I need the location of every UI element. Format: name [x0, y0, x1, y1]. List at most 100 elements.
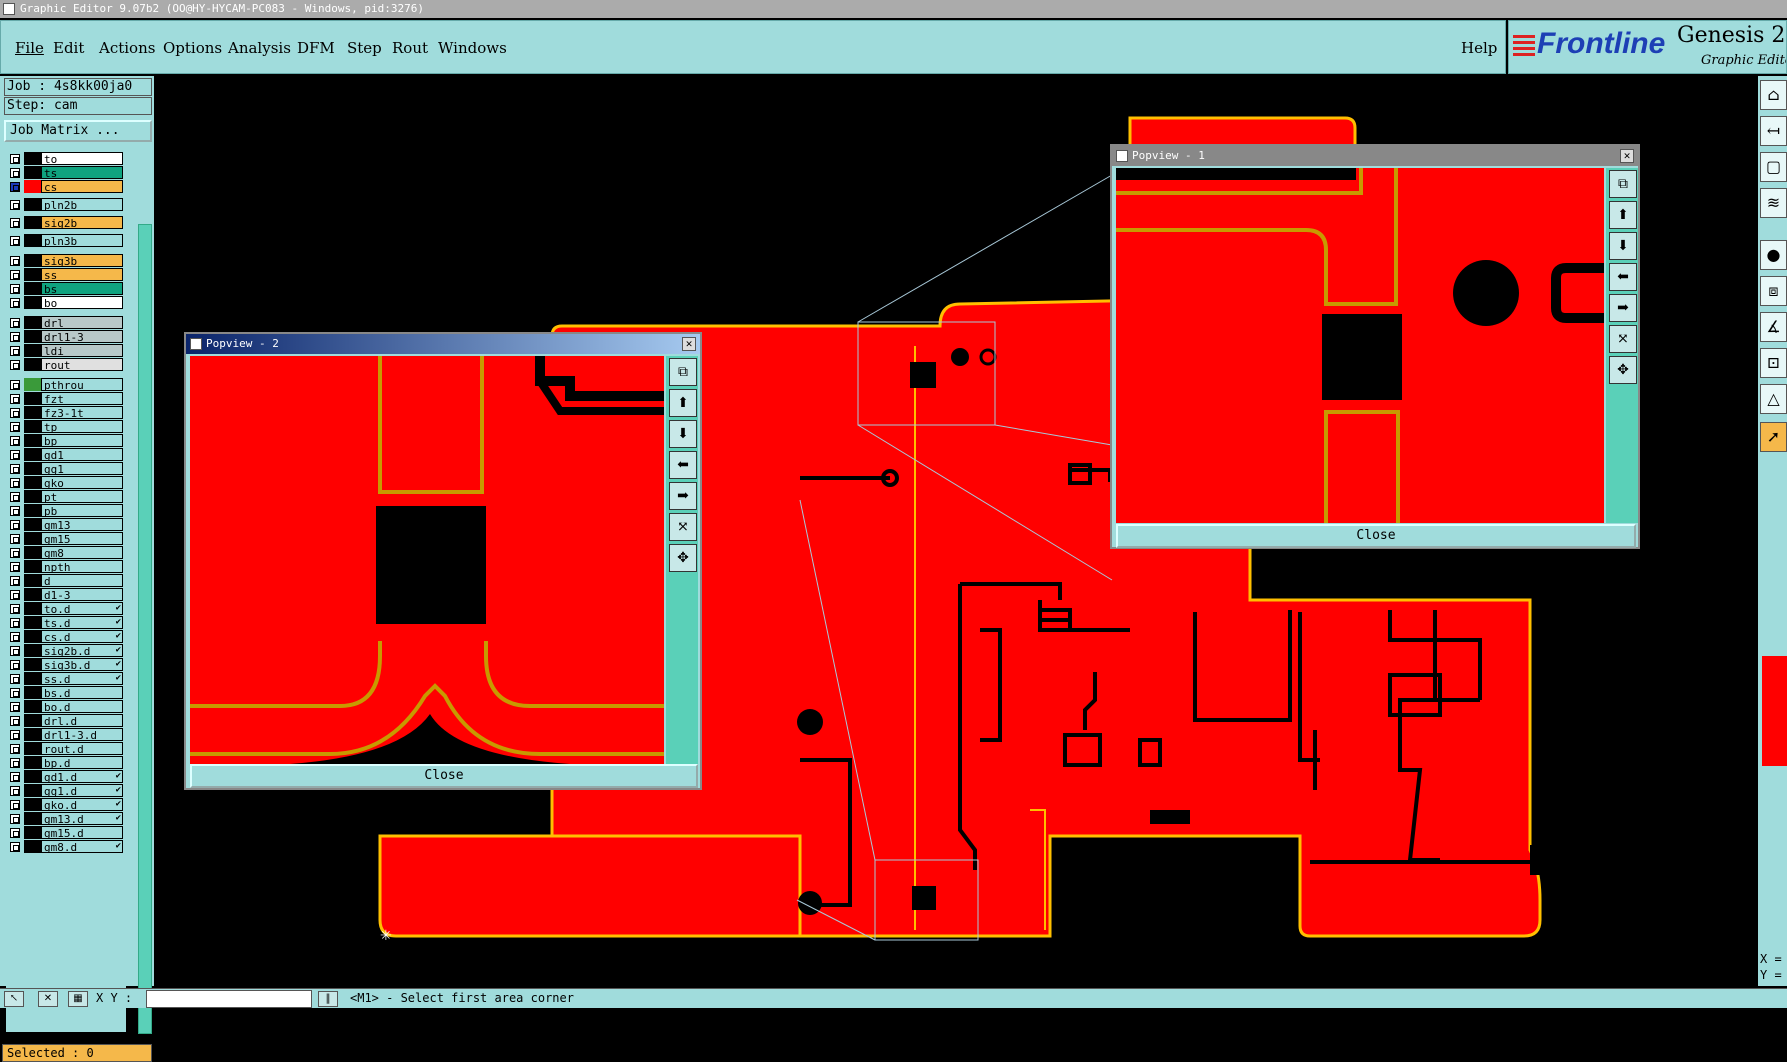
layer-name[interactable]: drl	[41, 316, 123, 329]
layer-row[interactable]: d	[6, 574, 126, 588]
layer-checkbox[interactable]	[10, 298, 20, 308]
layer-row[interactable]: cs	[6, 180, 126, 194]
layer-name[interactable]: gm15.d	[41, 826, 123, 839]
layer-row[interactable]: cs.d ✔	[6, 630, 126, 644]
layer-row[interactable]: gko	[6, 476, 126, 490]
layer-checkbox[interactable]	[10, 800, 20, 810]
layer-name[interactable]: pln2b	[41, 198, 123, 211]
layer-row[interactable]: bs	[6, 282, 126, 296]
layer-checkbox[interactable]	[10, 408, 20, 418]
layer-checkbox[interactable]	[10, 218, 20, 228]
pan-up-icon[interactable]: ⬆	[1609, 201, 1637, 229]
layer-checkbox[interactable]	[10, 842, 20, 852]
layer-name[interactable]: ss	[41, 268, 123, 281]
popview-2-view[interactable]	[190, 356, 664, 764]
menu-dfm[interactable]: DFM	[297, 39, 335, 57]
snap-icon[interactable]: ⊡	[1760, 348, 1787, 378]
layer-name[interactable]: fz3-1t	[41, 406, 123, 419]
layer-name[interactable]: ldi	[41, 344, 123, 357]
ruler-icon[interactable]: △	[1760, 384, 1787, 414]
layer-checkbox[interactable]	[10, 422, 20, 432]
menu-actions[interactable]: Actions	[99, 39, 155, 57]
layer-name[interactable]: pthrou	[41, 378, 123, 391]
layer-row[interactable]: gg1.d ✔	[6, 784, 126, 798]
pad-icon[interactable]: ●	[1760, 240, 1787, 270]
layer-checkbox[interactable]	[10, 506, 20, 516]
layer-name[interactable]: bp.d	[41, 756, 123, 769]
layer-row[interactable]: d1-3	[6, 588, 126, 602]
layer-checkbox[interactable]	[10, 688, 20, 698]
layer-row[interactable]: rout.d	[6, 742, 126, 756]
layer-checkbox[interactable]	[10, 660, 20, 670]
layer-name[interactable]: gm13	[41, 518, 123, 531]
layer-checkbox[interactable]	[10, 492, 20, 502]
layer-name[interactable]: drl1-3.d	[41, 728, 123, 741]
layer-row[interactable]: gd1	[6, 448, 126, 462]
layer-row[interactable]: sig2b.d ✔	[6, 644, 126, 658]
layer-row[interactable]: sig3b.d ✔	[6, 658, 126, 672]
popview-1-titlebar[interactable]: Popview - 1 ✕	[1112, 146, 1638, 166]
layer-row[interactable]: ts	[6, 166, 126, 180]
layer-checkbox[interactable]	[10, 534, 20, 544]
menu-options[interactable]: Options	[163, 39, 222, 57]
layer-checkbox[interactable]	[10, 200, 20, 210]
layer-row[interactable]: to	[6, 152, 126, 166]
layer-name[interactable]: gd1	[41, 448, 123, 461]
grid-icon[interactable]: ▦	[68, 991, 88, 1007]
layer-name[interactable]: gm8.d	[41, 840, 123, 853]
popview-1-close-button[interactable]: Close	[1116, 524, 1636, 548]
layer-row[interactable]: pb	[6, 504, 126, 518]
layer-name[interactable]: gm15	[41, 532, 123, 545]
layer-row[interactable]: pln2b	[6, 198, 126, 212]
close-icon[interactable]: ✕	[682, 337, 696, 351]
layer-name[interactable]: fzt	[41, 392, 123, 405]
measure-icon[interactable]: ≋	[1760, 188, 1787, 218]
layer-checkbox[interactable]	[10, 562, 20, 572]
zoom-fit-icon[interactable]: ⧉	[669, 358, 697, 386]
layer-checkbox[interactable]	[10, 674, 20, 684]
pause-icon[interactable]: ‖	[318, 991, 338, 1007]
layer-checkbox[interactable]	[10, 702, 20, 712]
layer-checkbox[interactable]	[10, 758, 20, 768]
layer-name[interactable]: ts.d	[41, 616, 123, 629]
layer-row[interactable]: bo	[6, 296, 126, 310]
pan-right-icon[interactable]: ➡	[1609, 294, 1637, 322]
layer-name[interactable]: to.d	[41, 602, 123, 615]
layer-row[interactable]: sig3b	[6, 254, 126, 268]
menu-help[interactable]: Help	[1461, 39, 1497, 57]
layer-checkbox[interactable]	[10, 284, 20, 294]
layer-row[interactable]: bs.d	[6, 686, 126, 700]
layer-row[interactable]: ldi	[6, 344, 126, 358]
layer-row[interactable]: to.d ✔	[6, 602, 126, 616]
layer-checkbox[interactable]	[10, 332, 20, 342]
layer-row[interactable]: gm8.d ✔	[6, 840, 126, 854]
zoom-out-icon[interactable]: ✥	[1609, 356, 1637, 384]
layer-name[interactable]: sig2b.d	[41, 644, 123, 657]
layer-name[interactable]: drl.d	[41, 714, 123, 727]
menu-windows[interactable]: Windows	[438, 39, 507, 57]
layer-name[interactable]: ts	[41, 166, 123, 179]
layer-name[interactable]: gg1.d	[41, 784, 123, 797]
zoom-area-icon[interactable]: ▢	[1760, 152, 1787, 182]
cancel-icon[interactable]: ✕	[38, 991, 58, 1007]
layer-name[interactable]: sig3b.d	[41, 658, 123, 671]
layer-checkbox[interactable]	[10, 360, 20, 370]
layer-name[interactable]: gm8	[41, 546, 123, 559]
layer-row[interactable]: fz3-1t	[6, 406, 126, 420]
layer-name[interactable]: pt	[41, 490, 123, 503]
layer-checkbox[interactable]	[10, 270, 20, 280]
pan-down-icon[interactable]: ⬇	[1609, 232, 1637, 260]
layer-row[interactable]: drl1-3.d	[6, 728, 126, 742]
layer-row[interactable]: gm8	[6, 546, 126, 560]
layer-row[interactable]: pthrou	[6, 378, 126, 392]
layer-name[interactable]: d1-3	[41, 588, 123, 601]
zoom-out-icon[interactable]: ✥	[669, 544, 697, 572]
layer-row[interactable]: bp.d	[6, 756, 126, 770]
layer-row[interactable]: drl.d	[6, 714, 126, 728]
layer-checkbox[interactable]	[10, 436, 20, 446]
layer-name[interactable]: gd1.d	[41, 770, 123, 783]
menu-file[interactable]: File	[15, 39, 44, 57]
layer-checkbox[interactable]	[10, 548, 20, 558]
pan-right-icon[interactable]: ➡	[669, 482, 697, 510]
layer-name[interactable]: cs	[41, 180, 123, 193]
